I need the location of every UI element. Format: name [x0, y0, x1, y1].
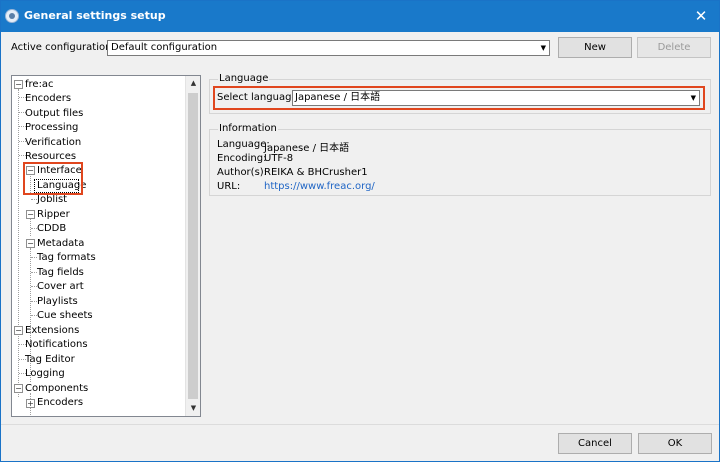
info-authors-key: Author(s):: [217, 167, 268, 178]
info-url-link[interactable]: https://www.freac.org/: [264, 181, 375, 192]
settings-tree[interactable]: − − − − − − + fre:ac Encoders Output fil…: [11, 75, 201, 417]
tree-item-components[interactable]: Components: [23, 382, 90, 396]
app-icon: [5, 9, 19, 23]
tree-item-processing[interactable]: Processing: [23, 121, 80, 135]
tree-item-encoders[interactable]: Encoders: [23, 92, 73, 106]
tree-item-tag-editor[interactable]: Tag Editor: [23, 353, 77, 367]
tree-item-playlists[interactable]: Playlists: [35, 295, 80, 309]
tree-line: [18, 89, 19, 397]
info-encoding-key: Encoding:: [217, 153, 267, 164]
language-group-title: Language: [218, 73, 270, 85]
info-encoding-value: UTF-8: [264, 153, 294, 164]
tree-item-extensions[interactable]: Extensions: [23, 324, 81, 338]
annotation-highlight-tree: [23, 162, 83, 195]
tree-item-joblist[interactable]: Joblist: [35, 193, 69, 207]
info-language-value: Japanese / 日本語: [264, 143, 350, 154]
active-configuration-label: Active configuration:: [11, 42, 115, 53]
settings-dialog: General settings setup ✕ Active configur…: [0, 0, 720, 462]
tree-item-cue-sheets[interactable]: Cue sheets: [35, 309, 95, 323]
tree-item-tag-formats[interactable]: Tag formats: [35, 251, 98, 265]
chevron-down-icon: ▼: [540, 44, 546, 52]
plus-box-icon[interactable]: +: [26, 399, 35, 408]
tree-item-metadata[interactable]: Metadata: [35, 237, 86, 251]
active-configuration-select[interactable]: Default configuration ▼: [107, 40, 550, 56]
info-url-key: URL:: [217, 181, 241, 192]
window-title: General settings setup: [24, 9, 166, 22]
tree-item-output-files[interactable]: Output files: [23, 107, 85, 121]
minus-box-icon[interactable]: −: [14, 384, 23, 393]
delete-button[interactable]: Delete: [637, 37, 711, 58]
cancel-button[interactable]: Cancel: [558, 433, 632, 454]
settings-tree-content: − − − − − − + fre:ac Encoders Output fil…: [12, 76, 186, 416]
scroll-down-icon[interactable]: ▼: [186, 401, 200, 416]
title-bar: General settings setup ✕: [1, 1, 719, 32]
annotation-highlight-language: [213, 86, 705, 110]
close-button[interactable]: ✕: [691, 6, 711, 26]
minus-box-icon[interactable]: −: [26, 239, 35, 248]
tree-item-ripper[interactable]: Ripper: [35, 208, 72, 222]
minus-box-icon[interactable]: −: [14, 326, 23, 335]
tree-item-cddb[interactable]: CDDB: [35, 222, 68, 236]
new-button[interactable]: New: [558, 37, 632, 58]
ok-button[interactable]: OK: [638, 433, 712, 454]
tree-item-cover-art[interactable]: Cover art: [35, 280, 86, 294]
scroll-up-icon[interactable]: ▲: [186, 76, 200, 91]
tree-item-verification[interactable]: Verification: [23, 136, 83, 150]
info-authors-value: REIKA & BHCrusher1: [264, 167, 368, 178]
tree-item-tag-fields[interactable]: Tag fields: [35, 266, 86, 280]
tree-item-freac[interactable]: fre:ac: [23, 78, 56, 92]
tree-item-notifications[interactable]: Notifications: [23, 338, 90, 352]
active-configuration-value: Default configuration: [111, 42, 218, 53]
info-language-key: Language:: [217, 139, 270, 150]
scrollbar-thumb[interactable]: [188, 93, 198, 399]
tree-item-component-encoders[interactable]: Encoders: [35, 396, 85, 410]
minus-box-icon[interactable]: −: [14, 80, 23, 89]
tree-item-logging[interactable]: Logging: [23, 367, 67, 381]
information-group-title: Information: [218, 123, 278, 135]
tree-scrollbar[interactable]: ▲ ▼: [185, 76, 200, 416]
minus-box-icon[interactable]: −: [26, 210, 35, 219]
footer-separator: [1, 424, 719, 425]
